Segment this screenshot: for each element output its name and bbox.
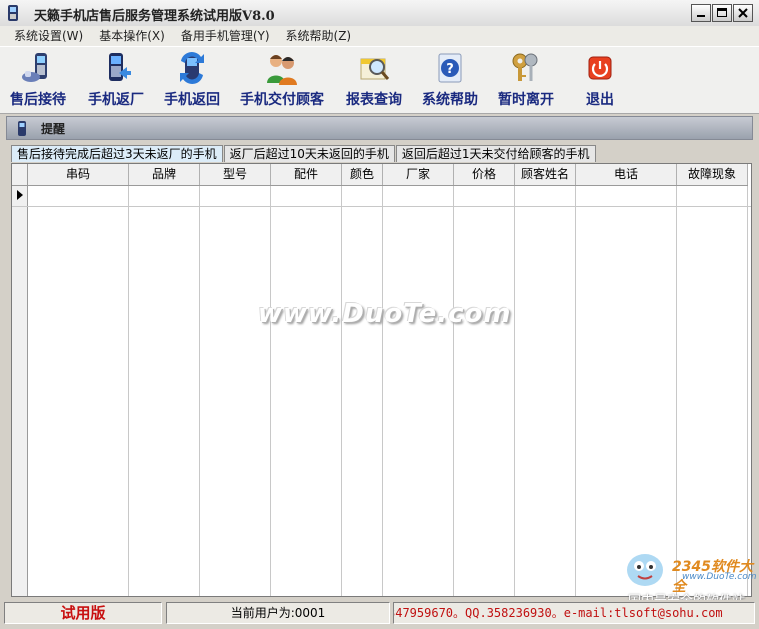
temporary-leave-button[interactable]: 暂时离开 bbox=[498, 51, 554, 111]
row-indicator-column bbox=[12, 186, 28, 596]
phone-grid[interactable]: 串码 品牌 型号 配件 颜色 厂家 价格 顾客姓名 电话 故障现象 bbox=[11, 163, 752, 597]
menu-spare-phone-management[interactable]: 备用手机管理(Y) bbox=[173, 26, 278, 46]
maximize-button[interactable] bbox=[712, 4, 732, 22]
menu-basic-operations[interactable]: 基本操作(X) bbox=[91, 26, 173, 46]
phone-reception-icon bbox=[22, 53, 47, 82]
grid-column bbox=[28, 186, 129, 596]
brand-url: www.DuoTe.com bbox=[682, 572, 757, 582]
column-header-accessories[interactable]: 配件 bbox=[271, 164, 342, 185]
phone-app-icon bbox=[8, 5, 18, 21]
customers-icon bbox=[267, 55, 297, 85]
row-pointer-icon bbox=[17, 190, 23, 200]
reminder-header: 提醒 bbox=[6, 116, 753, 140]
close-button[interactable] bbox=[733, 4, 753, 22]
toolbar-label: 手机返回 bbox=[164, 92, 220, 108]
row-indicator-header bbox=[12, 164, 28, 185]
minimize-button[interactable] bbox=[691, 4, 711, 22]
toolbar-label: 暂时离开 bbox=[498, 92, 554, 108]
report-query-button[interactable]: 报表查询 bbox=[346, 51, 402, 111]
grid-column bbox=[383, 186, 454, 596]
column-header-serial[interactable]: 串码 bbox=[28, 164, 129, 185]
trial-label: 试用版 bbox=[60, 604, 106, 622]
grid-column bbox=[342, 186, 383, 596]
menu-bar: 系统设置(W) 基本操作(X) 备用手机管理(Y) 系统帮助(Z) bbox=[0, 26, 759, 46]
toolbar: 售后接待 手机返厂 手机返回 手机交付顾客 报表查询 ? 系统帮助 暂时离开 退… bbox=[0, 46, 759, 114]
column-header-fault[interactable]: 故障现象 bbox=[677, 164, 748, 185]
column-header-color[interactable]: 颜色 bbox=[342, 164, 383, 185]
column-header-customer-name[interactable]: 顾客姓名 bbox=[515, 164, 576, 185]
mascot-icon bbox=[627, 554, 663, 586]
reminder-title: 提醒 bbox=[41, 122, 66, 136]
menu-system-settings[interactable]: 系统设置(W) bbox=[0, 26, 91, 46]
keys-icon bbox=[512, 53, 538, 81]
brand-logo: 2345软件大全 www.DuoTe.com 国内最安全的软件站 bbox=[620, 546, 757, 609]
grid-row-line bbox=[12, 206, 751, 207]
toolbar-label: 售后接待 bbox=[10, 92, 66, 108]
grid-body bbox=[12, 186, 751, 596]
after-sales-reception-button[interactable]: 售后接待 bbox=[10, 51, 66, 111]
status-bar: 试用版 当前用户为:0001 347959670。QQ.358236930。e-… bbox=[0, 600, 759, 629]
window-title: 天籁手机店售后服务管理系统试用版V8.0 bbox=[34, 9, 275, 24]
tab-not-returned-to-factory[interactable]: 售后接待完成后超过3天未返厂的手机 bbox=[11, 145, 223, 162]
power-icon bbox=[588, 56, 612, 80]
window-controls bbox=[690, 4, 753, 22]
report-search-icon bbox=[360, 58, 390, 80]
deliver-to-customer-button[interactable]: 手机交付顾客 bbox=[240, 51, 324, 111]
phone-returned-icon bbox=[180, 52, 204, 84]
phone-icon bbox=[18, 121, 26, 136]
trial-panel: 试用版 bbox=[4, 602, 162, 624]
contact-panel: 347959670。QQ.358236930。e-mail:tlsoft@soh… bbox=[393, 602, 755, 624]
phone-returned-button[interactable]: 手机返回 bbox=[164, 51, 220, 111]
menu-system-help[interactable]: 系统帮助(Z) bbox=[278, 26, 360, 46]
current-user-panel: 当前用户为:0001 bbox=[166, 602, 390, 624]
grid-column bbox=[677, 186, 748, 596]
reminder-tabs: 售后接待完成后超过3天未返厂的手机 返厂后超过10天未返回的手机 返回后超过1天… bbox=[11, 145, 596, 163]
close-icon bbox=[738, 8, 748, 18]
column-header-model[interactable]: 型号 bbox=[200, 164, 271, 185]
grid-header: 串码 品牌 型号 配件 颜色 厂家 价格 顾客姓名 电话 故障现象 bbox=[12, 164, 748, 186]
grid-column bbox=[129, 186, 200, 596]
column-header-brand[interactable]: 品牌 bbox=[129, 164, 200, 185]
grid-column bbox=[271, 186, 342, 596]
toolbar-label: 手机返厂 bbox=[88, 92, 144, 108]
contact-text: 347959670。QQ.358236930。e-mail:tlsoft@soh… bbox=[393, 606, 723, 620]
toolbar-label: 退出 bbox=[586, 92, 614, 108]
phone-return-factory-icon bbox=[109, 53, 131, 81]
exit-button[interactable]: 退出 bbox=[583, 51, 617, 111]
toolbar-label: 手机交付顾客 bbox=[240, 92, 324, 108]
column-header-phone[interactable]: 电话 bbox=[576, 164, 677, 185]
grid-column bbox=[576, 186, 677, 596]
tab-not-returned-from-factory[interactable]: 返厂后超过10天未返回的手机 bbox=[223, 145, 395, 162]
toolbar-label: 系统帮助 bbox=[422, 92, 478, 108]
svg-text:?: ? bbox=[446, 62, 454, 77]
watermark: www.DuoTe.com bbox=[258, 299, 512, 329]
grid-column bbox=[200, 186, 271, 596]
phone-return-factory-button[interactable]: 手机返厂 bbox=[88, 51, 144, 111]
help-icon: ? bbox=[438, 53, 462, 83]
title-bar: 天籁手机店售后服务管理系统试用版V8.0 bbox=[0, 0, 759, 27]
toolbar-label: 报表查询 bbox=[346, 92, 402, 108]
grid-column bbox=[515, 186, 576, 596]
column-header-manufacturer[interactable]: 厂家 bbox=[383, 164, 454, 185]
tab-not-delivered-to-customer[interactable]: 返回后超过1天未交付给顾客的手机 bbox=[395, 145, 596, 162]
column-header-price[interactable]: 价格 bbox=[454, 164, 515, 185]
system-help-button[interactable]: ? 系统帮助 bbox=[422, 51, 478, 111]
grid-column bbox=[454, 186, 515, 596]
